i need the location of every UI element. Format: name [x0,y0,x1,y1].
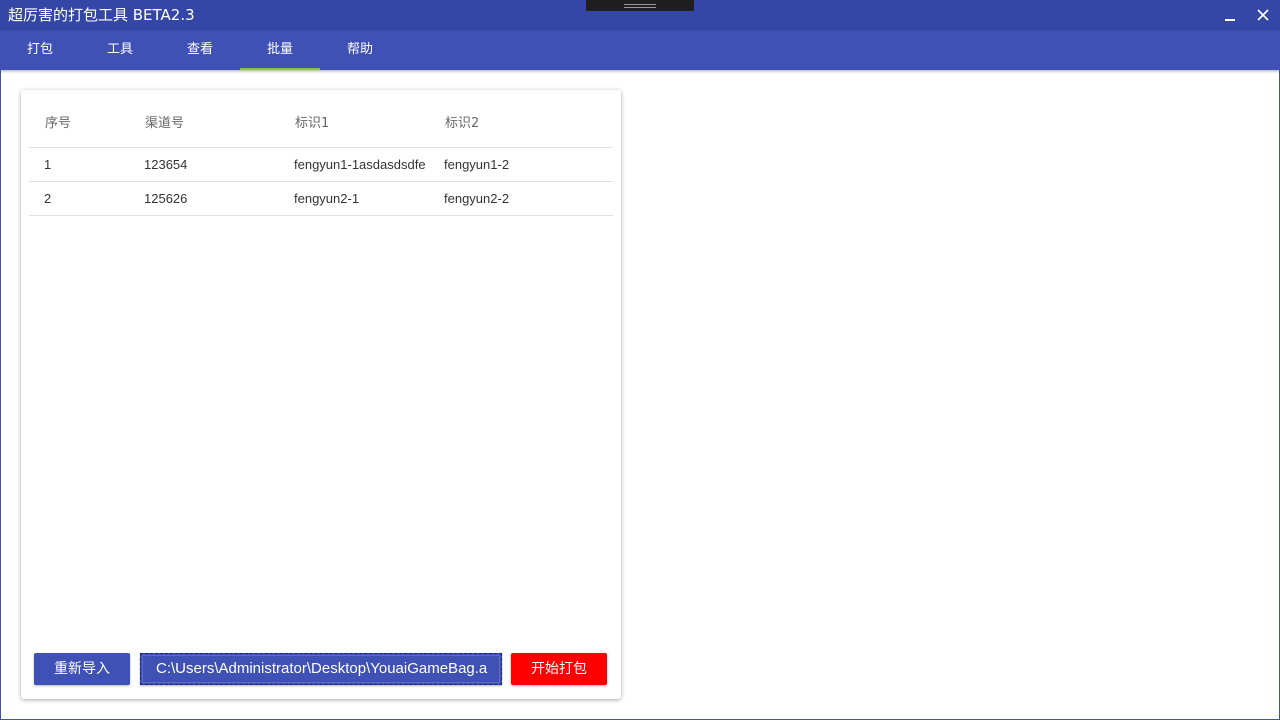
tab-tools[interactable]: 工具 [80,30,160,70]
cell-tag1: fengyun1-1asdasdsdfe [294,157,426,172]
reimport-button[interactable]: 重新导入 [34,653,130,685]
table-row[interactable]: 2 125626 fengyun2-1 fengyun2-2 [29,182,613,216]
column-header-channel[interactable]: 渠道号 [145,104,290,148]
cell-tag2: fengyun1-2 [444,157,510,172]
column-header-index[interactable]: 序号 [45,104,140,148]
drag-handle-line [624,7,656,8]
batch-card: 序号 渠道号 标识1 标识2 1 123654 fengyun1-1asdasd… [21,90,621,699]
channel-table: 序号 渠道号 标识1 标识2 1 123654 fengyun1-1asdasd… [29,104,613,216]
minimize-button[interactable] [1218,4,1242,26]
cell-tag1: fengyun2-1 [294,191,360,206]
table-header: 序号 渠道号 标识1 标识2 [29,104,613,148]
tab-help[interactable]: 帮助 [320,30,400,70]
drag-handle[interactable] [586,0,694,11]
cell-index: 1 [44,157,52,172]
tab-batch[interactable]: 批量 [240,30,320,70]
drag-handle-line [624,4,656,5]
minimize-icon [1225,19,1235,21]
menu-bar: 打包 工具 查看 批量 帮助 [0,30,1280,70]
window-title: 超厉害的打包工具 BETA2.3 [8,6,195,24]
column-header-tag2[interactable]: 标识2 [445,104,605,148]
title-bar: 超厉害的打包工具 BETA2.3 [0,0,1280,30]
start-pack-button[interactable]: 开始打包 [511,653,607,685]
close-icon [1257,9,1269,21]
column-header-tag1[interactable]: 标识1 [295,104,433,148]
tab-view[interactable]: 查看 [160,30,240,70]
table-row[interactable]: 1 123654 fengyun1-1asdasdsdfe fengyun1-2 [29,148,613,182]
window-border [0,70,1,720]
cell-channel: 123654 [144,157,188,172]
cell-channel: 125626 [144,191,188,206]
cell-index: 2 [44,191,52,206]
tab-pack[interactable]: 打包 [0,30,80,70]
file-path-field[interactable]: C:\Users\Administrator\Desktop\YouaiGame… [140,653,502,685]
close-button[interactable] [1251,4,1275,26]
cell-tag2: fengyun2-2 [444,191,510,206]
